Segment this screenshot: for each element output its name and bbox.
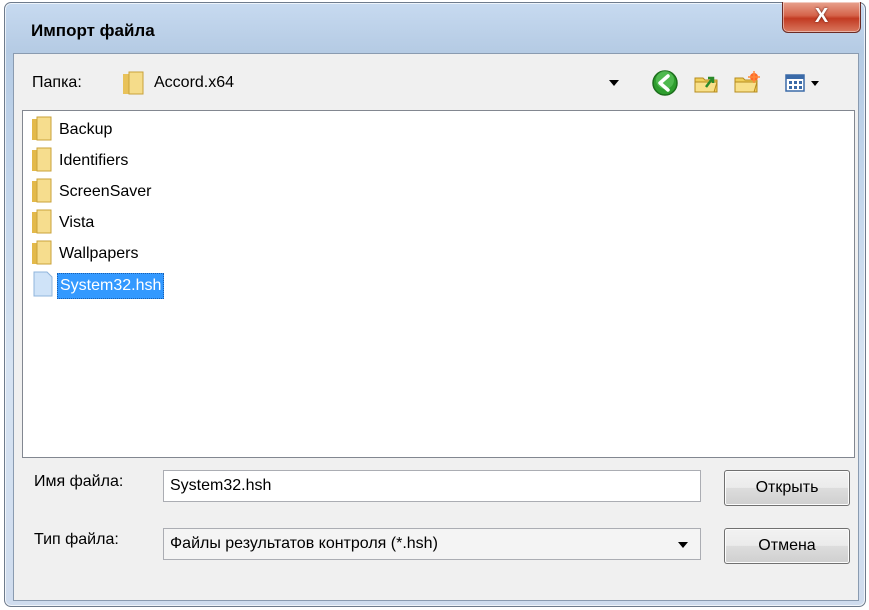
- back-arrow-icon: [652, 70, 678, 96]
- file-name: Backup: [59, 121, 113, 138]
- open-button[interactable]: Открыть: [724, 470, 850, 506]
- file-name: Vista: [59, 214, 95, 231]
- current-folder-name: Accord.x64: [154, 74, 235, 91]
- new-folder-icon: [734, 71, 760, 93]
- back-button[interactable]: [648, 66, 682, 100]
- chevron-down-icon: [678, 542, 688, 548]
- file-name: Identifiers: [59, 152, 129, 169]
- close-button[interactable]: X: [782, 2, 861, 33]
- file-name: System32.hsh: [57, 273, 165, 299]
- dialog-title: Импорт файла: [31, 21, 155, 40]
- folder-up-icon: [694, 76, 718, 93]
- folder-icon: [123, 71, 144, 95]
- file-list[interactable]: Backup Identifiers ScreenSaver Vista Wal…: [22, 110, 855, 458]
- folder-icon: [32, 209, 52, 234]
- filetype-label: Тип файла:: [34, 531, 119, 548]
- view-menu-icon: [785, 74, 819, 92]
- filetype-value: Файлы результатов контроля (*.hsh): [170, 535, 438, 552]
- folder-up-button[interactable]: [690, 66, 724, 100]
- folder-icon: [32, 240, 52, 265]
- close-icon: X: [814, 5, 829, 27]
- folder-icon: [32, 116, 52, 141]
- title-bar[interactable]: Импорт файла X: [5, 2, 865, 59]
- new-folder-button[interactable]: [730, 66, 764, 100]
- chevron-down-icon: [609, 80, 619, 86]
- cancel-button[interactable]: Отмена: [724, 528, 850, 564]
- file-name: ScreenSaver: [59, 183, 152, 200]
- dialog-client-area: Папка: Accord.x64 Backup Identifiers Scr…: [13, 53, 859, 601]
- folder-select[interactable]: Accord.x64: [109, 66, 629, 100]
- file-name: Wallpapers: [59, 245, 139, 262]
- dialog-window: Импорт файла X Папка: Accord.x64 Backup …: [4, 2, 866, 607]
- view-menu-button[interactable]: [778, 66, 828, 100]
- folder-label: Папка:: [32, 74, 82, 91]
- filename-field[interactable]: System32.hsh: [163, 470, 701, 502]
- filename-value: System32.hsh: [170, 477, 272, 494]
- filename-label: Имя файла:: [34, 473, 124, 490]
- folder-icon: [32, 147, 52, 172]
- file-icon: [33, 271, 53, 297]
- filetype-select[interactable]: Файлы результатов контроля (*.hsh): [163, 528, 701, 560]
- folder-icon: [32, 178, 52, 203]
